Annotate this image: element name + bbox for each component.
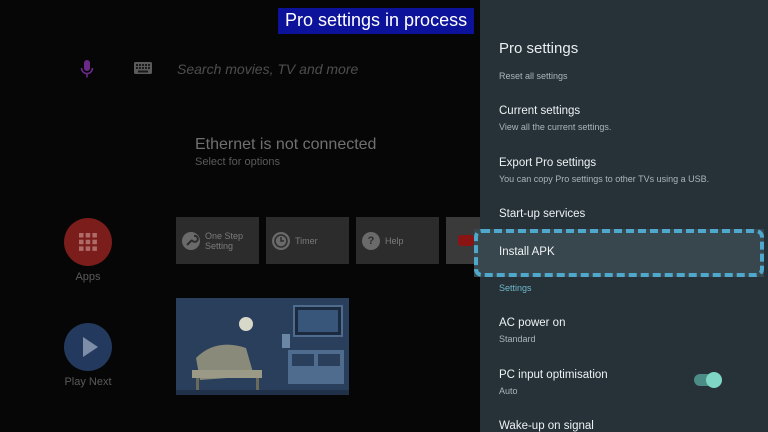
wrench-icon (182, 231, 200, 250)
microphone-icon[interactable] (79, 59, 95, 79)
menu-item-title: AC power on (499, 317, 566, 329)
menu-item-title: Current settings (499, 105, 581, 117)
featured-content-card[interactable] (176, 298, 349, 395)
youtube-icon (458, 235, 474, 246)
menu-item-desc: Auto (499, 386, 518, 396)
section-header-settings: Settings (499, 283, 532, 293)
menu-item-wake-up-on-signal[interactable]: Wake-up on signal (499, 420, 594, 432)
play-next-button[interactable] (64, 323, 112, 371)
menu-item-title: Wake-up on signal (499, 420, 594, 432)
menu-item-current-settings[interactable]: Current settings View all the current se… (499, 105, 611, 132)
apps-button[interactable] (64, 218, 112, 266)
tile-label-line2: Setting (205, 240, 234, 251)
menu-item-pc-input-optimisation[interactable]: PC input optimisation Auto (499, 369, 608, 396)
menu-item-install-apk[interactable]: Install APK (474, 229, 764, 277)
tile-timer[interactable]: Timer (266, 217, 349, 264)
tile-one-step-setting[interactable]: One Step Setting (176, 217, 259, 264)
tile-label: Help (385, 235, 404, 246)
menu-item-desc: Standard (499, 334, 536, 344)
toggle-knob (706, 372, 722, 388)
play-icon (83, 337, 98, 357)
question-icon: ? (362, 231, 380, 250)
play-next-label: Play Next (64, 376, 112, 388)
reset-all-settings-desc: Reset all settings (499, 71, 568, 81)
menu-item-export-pro-settings[interactable]: Export Pro settings You can copy Pro set… (499, 157, 709, 184)
menu-item-title: Start-up services (499, 208, 586, 220)
panel-title: Pro settings (499, 40, 579, 57)
keyboard-icon[interactable] (134, 62, 152, 74)
menu-item-title: Export Pro settings (499, 157, 597, 169)
menu-item-title: Install APK (499, 246, 555, 258)
tile-help[interactable]: ? Help (356, 217, 439, 264)
clock-icon (272, 231, 290, 250)
pc-input-optimisation-toggle[interactable] (694, 372, 722, 388)
menu-item-title: PC input optimisation (499, 369, 608, 381)
tv-home-screen: Search movies, TV and more Ethernet is n… (0, 0, 480, 432)
grid-icon (79, 233, 97, 251)
pro-settings-panel: Pro settings Reset all settings Current … (480, 0, 768, 432)
menu-item-start-up-services[interactable]: Start-up services (499, 208, 585, 220)
search-input[interactable]: Search movies, TV and more (177, 61, 358, 77)
tile-label-line1: One Step (205, 230, 244, 241)
living-room-illustration (176, 298, 349, 395)
tile-label: Timer (295, 235, 318, 246)
menu-item-desc: You can copy Pro settings to other TVs u… (499, 174, 710, 184)
apps-label: Apps (75, 271, 101, 283)
process-banner: Pro settings in process (278, 8, 475, 34)
ethernet-status-subtitle: Select for options (195, 156, 280, 168)
menu-item-ac-power-on[interactable]: AC power on Standard (499, 317, 565, 344)
menu-item-desc: View all the current settings. (499, 122, 612, 132)
ethernet-status-title[interactable]: Ethernet is not connected (195, 136, 376, 154)
